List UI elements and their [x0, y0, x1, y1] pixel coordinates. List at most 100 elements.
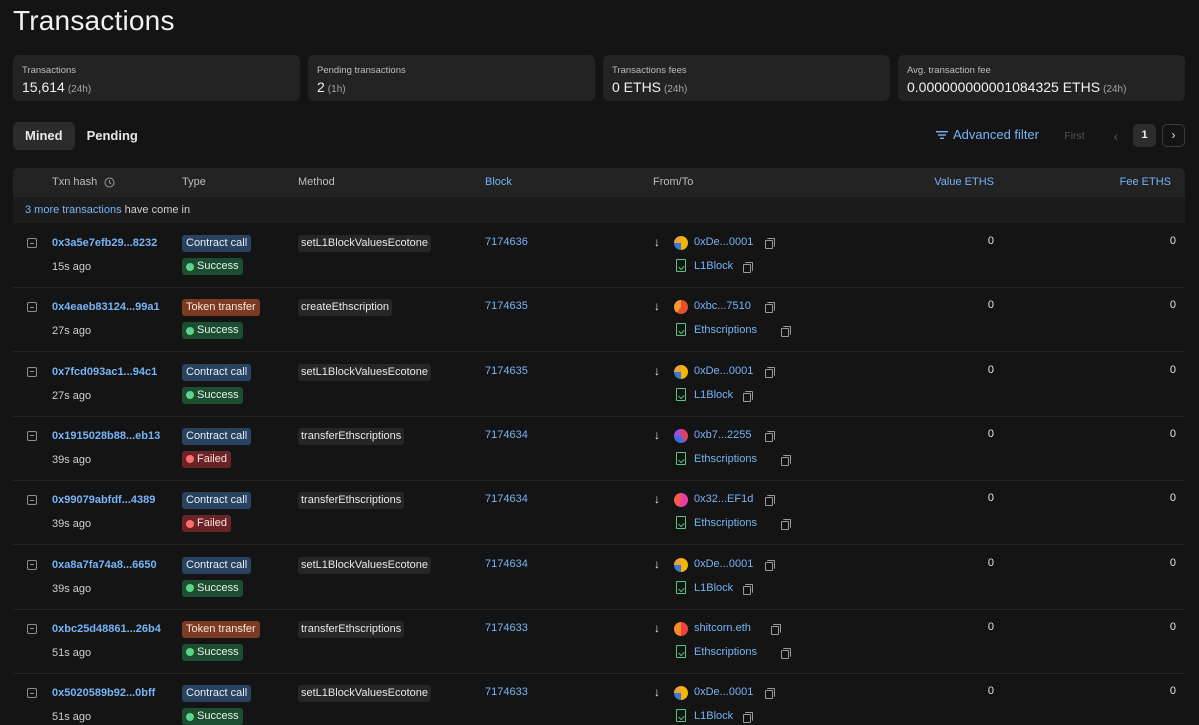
txn-block-link[interactable]: 7174635 [485, 365, 528, 377]
to-address-link[interactable]: Ethscriptions [694, 324, 757, 336]
from-address-link[interactable]: 0xDe...0001 [694, 236, 753, 248]
from-address-link[interactable]: shitcorn.eth [694, 622, 751, 634]
stat-label: Avg. transaction fee [907, 65, 991, 76]
pagination-next-button[interactable]: › [1162, 124, 1185, 147]
copy-icon[interactable] [781, 326, 792, 338]
from-address-link[interactable]: 0x32...EF1d [694, 493, 753, 505]
table-row: 0xbc25d48861...26b4 51s ago Token transfer… [13, 610, 1185, 674]
arrow-down-icon: ↓ [654, 427, 660, 442]
from-address-link[interactable]: 0xbc...7510 [694, 300, 751, 312]
stat-pending-transactions: Pending transactions 2 (1h) [308, 55, 595, 101]
to-address-link[interactable]: L1Block [694, 389, 733, 401]
copy-icon[interactable] [781, 519, 792, 531]
from-address-link[interactable]: 0xDe...0001 [694, 365, 753, 377]
txn-status-label: Failed [197, 517, 227, 530]
copy-icon[interactable] [765, 366, 776, 378]
txn-hash-link[interactable]: 0xa8a7fa74a8...6650 [52, 559, 157, 571]
arrow-down-icon: ↓ [654, 685, 660, 700]
copy-icon[interactable] [742, 583, 753, 595]
expand-row-icon[interactable] [27, 623, 37, 634]
status-dot-icon [186, 584, 194, 592]
status-dot-icon [186, 326, 194, 335]
txn-block-link[interactable]: 7174634 [485, 558, 528, 570]
copy-icon[interactable] [765, 430, 776, 442]
clock-info-icon[interactable] [104, 177, 115, 188]
copy-icon[interactable] [765, 688, 776, 700]
expand-row-icon[interactable] [27, 238, 37, 248]
txn-hash-link[interactable]: 0x5020589b92...0bff [52, 687, 155, 699]
copy-icon[interactable] [781, 454, 792, 466]
copy-icon[interactable] [765, 302, 776, 314]
pagination-first-button[interactable]: First [1053, 125, 1096, 147]
txn-block-link[interactable]: 7174634 [485, 493, 528, 505]
table-row: 0x1915028b88...eb13 39s ago Contract call F… [13, 417, 1185, 481]
advanced-filter-button[interactable]: Advanced filter [936, 127, 1039, 142]
header-value[interactable]: Value ETHS [934, 176, 994, 188]
copy-icon[interactable] [765, 495, 776, 507]
txn-hash-link[interactable]: 0xbc25d48861...26b4 [52, 623, 161, 635]
txn-block-link[interactable]: 7174636 [485, 236, 528, 248]
txn-fee: 0 [1169, 427, 1176, 440]
txn-status-badge: Success [182, 386, 243, 404]
expand-row-icon[interactable] [27, 430, 37, 441]
header-fee[interactable]: Fee ETHS [1120, 176, 1171, 188]
to-address-link[interactable]: Ethscriptions [694, 646, 757, 658]
txn-hash-link[interactable]: 0x7fcd093ac1...94c1 [52, 366, 157, 378]
txn-hash-link[interactable]: 0x4eaeb83124...99a1 [52, 301, 160, 313]
contract-file-icon [676, 323, 686, 337]
txn-block-link[interactable]: 7174635 [485, 300, 528, 312]
to-address-link[interactable]: Ethscriptions [694, 453, 757, 465]
txn-value: 0 [987, 299, 994, 312]
txn-method-tag: transferEthscriptions [298, 492, 405, 510]
copy-icon[interactable] [765, 559, 776, 571]
pagination-prev-button[interactable]: ‹ [1106, 125, 1126, 147]
txn-age: 39s ago [52, 518, 92, 531]
stat-avg-transaction-fee: Avg. transaction fee 0.00000000000108432… [898, 55, 1185, 101]
tab-pending[interactable]: Pending [75, 122, 150, 150]
contract-file-icon [676, 580, 686, 594]
txn-age: 27s ago [52, 325, 92, 338]
address-avatar [674, 557, 688, 572]
from-address-link[interactable]: 0xDe...0001 [694, 686, 753, 698]
txn-hash-link[interactable]: 0x99079abfdf...4389 [52, 494, 155, 506]
from-address-link[interactable]: 0xb7...2255 [694, 429, 752, 441]
txn-method-tag: setL1BlockValuesEcotone [298, 235, 431, 252]
copy-icon[interactable] [771, 623, 782, 635]
txn-block-link[interactable]: 7174633 [485, 622, 528, 634]
copy-icon[interactable] [765, 238, 776, 249]
copy-icon[interactable] [742, 390, 753, 402]
expand-row-icon[interactable] [27, 559, 37, 570]
notice-text: have come in [121, 204, 191, 216]
header-block[interactable]: Block [485, 176, 512, 188]
tab-mined[interactable]: Mined [13, 122, 75, 150]
pagination-current-page[interactable]: 1 [1133, 124, 1156, 147]
contract-file-icon [676, 259, 686, 272]
txn-fee: 0 [1169, 556, 1176, 569]
to-address-link[interactable]: Ethscriptions [694, 517, 757, 529]
table-row: 0xa8a7fa74a8...6650 39s ago Contract call S… [13, 546, 1185, 610]
txn-hash-link[interactable]: 0x1915028b88...eb13 [52, 430, 160, 442]
to-address-link[interactable]: L1Block [694, 260, 733, 272]
status-dot-icon [186, 262, 194, 271]
from-address-link[interactable]: 0xDe...0001 [694, 558, 753, 570]
expand-row-icon[interactable] [27, 366, 37, 377]
txn-status-label: Success [197, 710, 239, 723]
stat-value: 15,614 [22, 79, 65, 95]
txn-status-badge: Success [182, 643, 243, 661]
copy-icon[interactable] [742, 712, 753, 724]
to-address-link[interactable]: L1Block [694, 710, 733, 722]
to-address-link[interactable]: L1Block [694, 582, 733, 594]
txn-block-link[interactable]: 7174634 [485, 429, 528, 441]
show-new-transactions-link[interactable]: 3 more transactions [25, 204, 122, 216]
contract-file-icon [676, 387, 686, 401]
copy-icon[interactable] [781, 647, 792, 659]
copy-icon[interactable] [742, 262, 753, 273]
expand-row-icon[interactable] [27, 302, 37, 313]
txn-hash-link[interactable]: 0x3a5e7efb29...8232 [52, 237, 157, 249]
table-row: 0x99079abfdf...4389 39s ago Contract call F… [13, 481, 1185, 546]
expand-row-icon[interactable] [27, 688, 37, 699]
contract-file-icon [676, 451, 686, 465]
txn-block-link[interactable]: 7174633 [485, 686, 528, 698]
expand-row-icon[interactable] [27, 495, 37, 506]
status-dot-icon [186, 712, 194, 721]
